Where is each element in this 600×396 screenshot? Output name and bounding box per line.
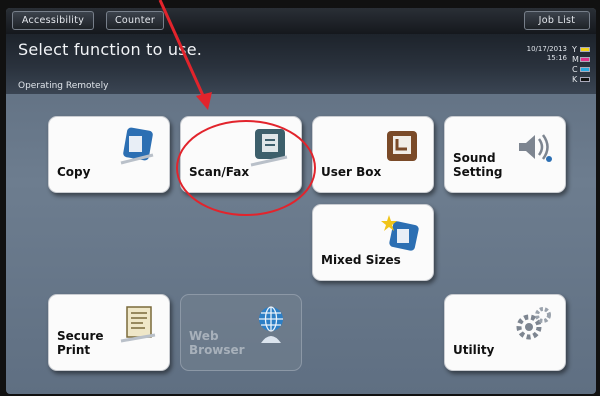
- annotation-arrow: [158, 0, 212, 110]
